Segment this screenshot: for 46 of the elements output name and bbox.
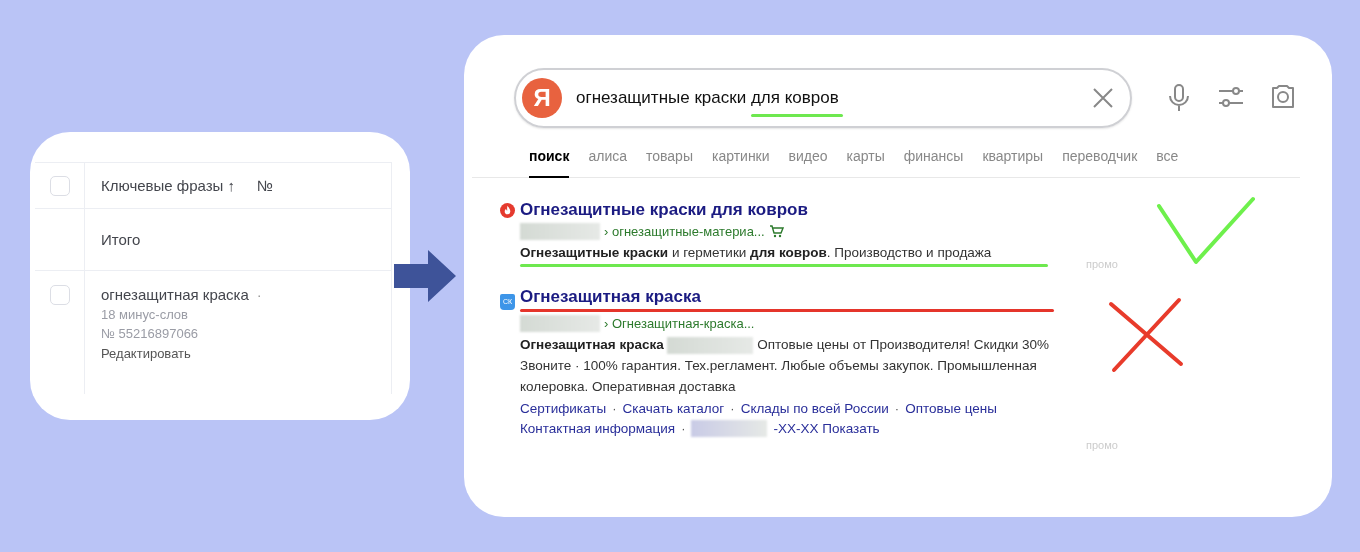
sitelink[interactable]: Оптовые цены	[905, 401, 997, 416]
nav-tab[interactable]: карты	[846, 142, 885, 178]
nav-tab[interactable]: квартиры	[982, 142, 1044, 178]
microphone-icon[interactable]	[1166, 84, 1192, 112]
edit-link[interactable]: Редактировать	[101, 343, 391, 365]
separator-dot: ·	[681, 421, 686, 436]
flame-icon	[500, 203, 515, 218]
minus-words-count: 18 минус-слов	[101, 306, 189, 324]
separator-dot: ·	[730, 401, 735, 416]
nav-tab[interactable]: алиса	[588, 142, 627, 178]
result-title-link[interactable]: Огнезащитная краска	[520, 287, 701, 307]
nav-tab[interactable]: поиск	[529, 142, 570, 178]
sitelink[interactable]: Скачать каталог	[622, 401, 725, 416]
breadcrumb-link[interactable]: › Огнезащитная-краска...	[604, 316, 755, 331]
status-dot: ·	[256, 285, 262, 305]
cross-icon	[1108, 297, 1184, 373]
query-text: для ковров	[750, 88, 839, 107]
nav-tab[interactable]: переводчик	[1062, 142, 1138, 178]
separator-dot: ·	[894, 401, 900, 416]
result-title-link[interactable]: Огнезащитные краски для ковров	[520, 200, 808, 220]
result-snippet: Огнезащитная краска Оптовые цены от Производителя! Скидки 30% Звоните · 100% гарантия. Тех.регламент. Любые объемы закупок. Промышленная колеровка. Оперативная доставка	[520, 335, 1051, 396]
checkmark-icon	[1156, 196, 1256, 266]
checkbox[interactable]	[49, 285, 70, 305]
nav-tab[interactable]: товары	[646, 142, 693, 178]
phrase-id: № 55216897066	[101, 325, 200, 343]
close-icon[interactable]	[1092, 87, 1114, 109]
breadcrumb-link[interactable]: › огнезащитные-материа...	[604, 224, 765, 239]
result-snippet: Огнезащитные краски и герметики для ковров. Производство и продажа	[520, 244, 993, 262]
checkbox[interactable]	[49, 175, 70, 196]
nav-tab[interactable]: видео	[788, 142, 828, 178]
nav-tab[interactable]: картинки	[711, 142, 770, 178]
column-header[interactable]: №	[257, 175, 274, 196]
column-header[interactable]: Ключевые фразы ↑	[101, 175, 235, 196]
total-label: Итого	[101, 229, 142, 250]
keyword-phrase: огнезащитная краска	[101, 285, 249, 305]
arrow-icon	[394, 250, 456, 302]
sitelink[interactable]: -XX-XX Показать	[773, 421, 880, 436]
separator-dot: ·	[612, 401, 617, 416]
sitelink[interactable]: Сертификаты	[520, 401, 607, 416]
logo: Я	[522, 78, 562, 118]
query-text: огнезащитные краски	[576, 88, 748, 107]
sitelink[interactable]: Склады по всей России	[740, 401, 889, 416]
nav-tab[interactable]: все	[1156, 142, 1179, 178]
sitelink[interactable]: Контактная информация	[520, 421, 676, 436]
search-field[interactable]: Я огнезащитные краски для ковров	[514, 68, 1132, 128]
nav-tab[interactable]: финансы	[903, 142, 964, 178]
